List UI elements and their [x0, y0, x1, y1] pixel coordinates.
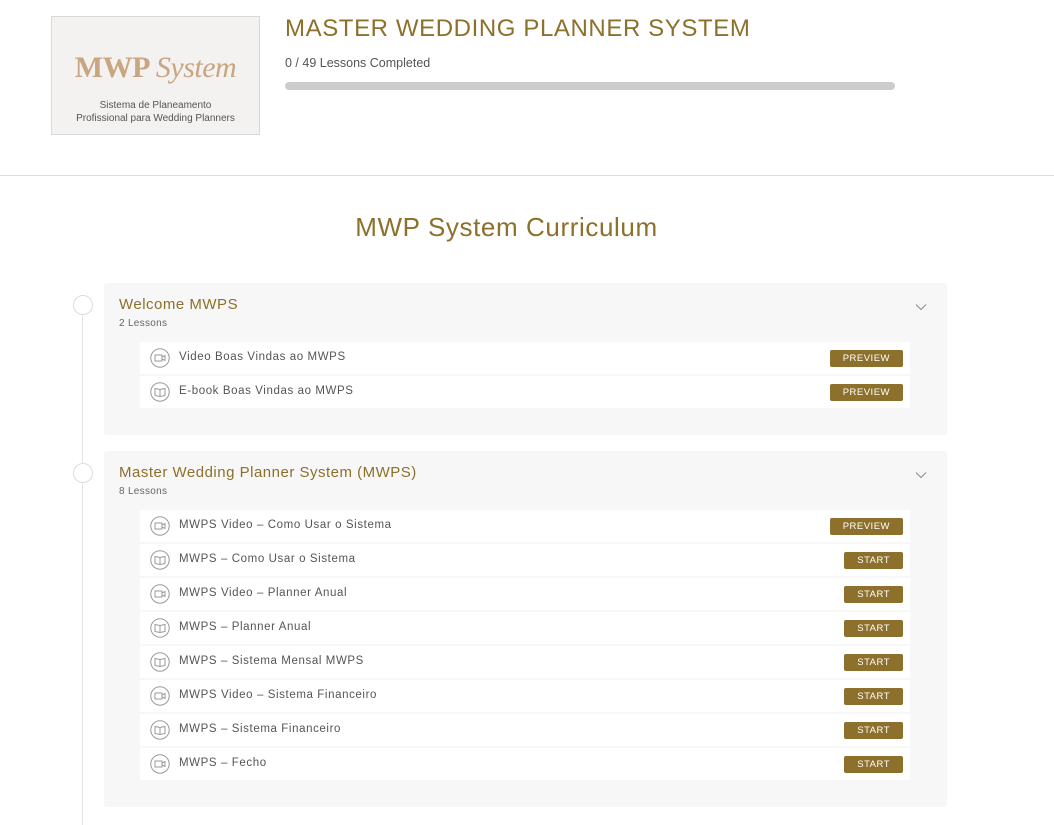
section-lesson-count: 8 Lessons	[119, 486, 168, 497]
lesson-row[interactable]: MWPS Video – Planner Anual START	[140, 578, 910, 610]
course-header: MWP System Sistema de Planeamento Profiss…	[0, 0, 1054, 176]
lesson-title[interactable]: MWPS – Sistema Mensal MWPS	[179, 655, 364, 667]
lesson-title[interactable]: MWPS – Como Usar o Sistema	[179, 553, 356, 565]
section-welcome-mwps[interactable]: Welcome MWPS 2 Lessons Video Boas Vindas…	[104, 283, 947, 435]
chevron-down-icon[interactable]	[915, 471, 927, 479]
lesson-row[interactable]: MWPS – Planner Anual START	[140, 612, 910, 644]
lesson-row[interactable]: MWPS Video – Como Usar o Sistema PREVIEW	[140, 510, 910, 542]
progress-bar	[285, 82, 895, 90]
section-master-wedding-planner-system[interactable]: Master Wedding Planner System (MWPS) 8 L…	[104, 451, 947, 807]
lesson-row[interactable]: E-book Boas Vindas ao MWPS PREVIEW	[140, 376, 910, 408]
start-button[interactable]: START	[844, 722, 903, 739]
section-title[interactable]: Master Wedding Planner System (MWPS)	[119, 464, 417, 481]
lesson-title[interactable]: MWPS – Planner Anual	[179, 621, 311, 633]
lesson-title[interactable]: E-book Boas Vindas ao MWPS	[179, 385, 354, 397]
section-title[interactable]: Welcome MWPS	[119, 296, 238, 313]
chevron-down-icon[interactable]	[915, 303, 927, 311]
lesson-title[interactable]: MWPS Video – Planner Anual	[179, 587, 347, 599]
timeline-line	[82, 305, 83, 825]
course-title: MASTER WEDDING PLANNER SYSTEM	[285, 15, 751, 42]
lesson-row[interactable]: MWPS – Como Usar o Sistema START	[140, 544, 910, 576]
start-button[interactable]: START	[844, 654, 903, 671]
book-icon	[150, 652, 170, 672]
logo-wordmark: MWP System	[52, 53, 259, 83]
start-button[interactable]: START	[844, 620, 903, 637]
section-lesson-count: 2 Lessons	[119, 318, 168, 329]
lesson-title[interactable]: MWPS Video – Como Usar o Sistema	[179, 519, 392, 531]
lesson-list: Video Boas Vindas ao MWPS PREVIEW E-book…	[140, 342, 910, 410]
logo-subtitle: Sistema de Planeamento Profissional para…	[52, 99, 259, 125]
progress-text: 0 / 49 Lessons Completed	[285, 56, 431, 70]
preview-button[interactable]: PREVIEW	[829, 384, 903, 401]
book-icon	[150, 720, 170, 740]
book-icon	[150, 618, 170, 638]
lesson-row[interactable]: MWPS – Fecho START	[140, 748, 910, 780]
lesson-list: MWPS Video – Como Usar o Sistema PREVIEW…	[140, 510, 910, 782]
video-icon	[150, 584, 170, 604]
lesson-row[interactable]: Video Boas Vindas ao MWPS PREVIEW	[140, 342, 910, 374]
book-icon	[150, 550, 170, 570]
timeline-dot	[73, 463, 93, 483]
lesson-row[interactable]: MWPS – Sistema Mensal MWPS START	[140, 646, 910, 678]
logo-mark-italic: System	[155, 51, 237, 84]
lesson-title[interactable]: MWPS Video – Sistema Financeiro	[179, 689, 377, 701]
lesson-title[interactable]: MWPS – Fecho	[179, 757, 267, 769]
lesson-title[interactable]: MWPS – Sistema Financeiro	[179, 723, 341, 735]
book-icon	[150, 382, 170, 402]
course-logo: MWP System Sistema de Planeamento Profiss…	[51, 16, 260, 135]
lesson-title[interactable]: Video Boas Vindas ao MWPS	[179, 351, 346, 363]
logo-subtitle-line2: Profissional para Wedding Planners	[76, 113, 235, 124]
lesson-row[interactable]: MWPS – Sistema Financeiro START	[140, 714, 910, 746]
start-button[interactable]: START	[844, 552, 903, 569]
lesson-row[interactable]: MWPS Video – Sistema Financeiro START	[140, 680, 910, 712]
start-button[interactable]: START	[844, 586, 903, 603]
start-button[interactable]: START	[844, 756, 903, 773]
timeline-dot	[73, 295, 93, 315]
logo-subtitle-line1: Sistema de Planeamento	[99, 100, 212, 111]
preview-button[interactable]: PREVIEW	[829, 518, 903, 535]
video-icon	[150, 348, 170, 368]
video-icon	[150, 686, 170, 706]
video-icon	[150, 754, 170, 774]
start-button[interactable]: START	[844, 688, 903, 705]
curriculum-title: MWP System Curriculum	[355, 212, 658, 242]
logo-mark-bold: MWP	[74, 51, 151, 84]
preview-button[interactable]: PREVIEW	[829, 350, 903, 367]
video-icon	[150, 516, 170, 536]
